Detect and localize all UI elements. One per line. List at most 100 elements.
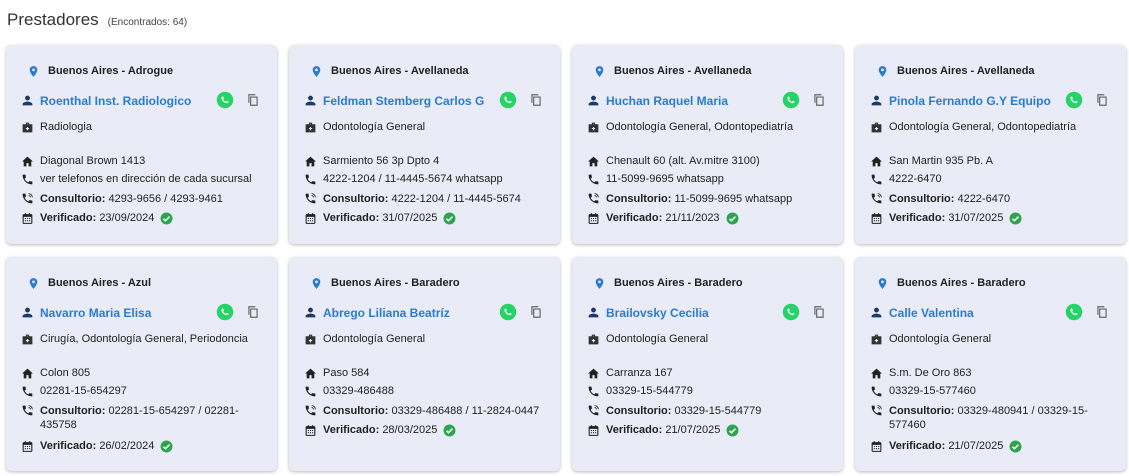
consultorio-value: 11-5099-9695 whatsapp	[674, 193, 793, 205]
copy-icon[interactable]	[529, 92, 543, 108]
specialty-text: Odontología General	[606, 333, 709, 345]
check-circle-icon	[160, 440, 173, 453]
location-pin-icon	[310, 277, 323, 290]
verified-label: Verificado:	[606, 424, 663, 436]
verified-label: Verificado:	[323, 424, 380, 436]
address-row: Chenault 60 (alt. Av.mitre 3100)	[587, 155, 760, 168]
whatsapp-icon[interactable]	[499, 303, 517, 321]
provider-name-row: Huchan Raquel Maria	[587, 94, 728, 108]
verified-date: 21/07/2025	[665, 424, 721, 436]
copy-icon[interactable]	[1095, 304, 1109, 320]
specialty-row: Odontología General, Odontopediatría	[587, 121, 793, 134]
medical-kit-icon	[21, 121, 34, 134]
phone-text: 03329-15-577460	[889, 385, 976, 397]
location-row: Buenos Aires - Avellaneda	[587, 65, 752, 78]
provider-name-row: Feldman Stemberg Carlos G	[304, 94, 484, 108]
location-row: Buenos Aires - Adrogue	[21, 65, 173, 78]
calendar-icon	[304, 212, 317, 225]
specialty-row: Cirugía, Odontología General, Periodonci…	[21, 333, 248, 346]
phone-icon	[587, 173, 600, 186]
phone-icon	[870, 385, 883, 398]
provider-card: Buenos Aires - Avellaneda Feldman Stembe…	[289, 45, 560, 244]
consultorio-value: 4293-9656 / 4293-9461	[108, 193, 223, 205]
verified-row: Verificado: 21/07/2025	[587, 424, 739, 437]
verified-label: Verificado:	[323, 212, 380, 224]
verified-date: 26/02/2024	[99, 440, 155, 452]
provider-card: Buenos Aires - Avellaneda Pinola Fernand…	[855, 45, 1126, 244]
consultorio-value: 4222-6470	[957, 193, 1011, 205]
specialty-text: Odontología General, Odontopediatría	[606, 121, 794, 133]
home-icon	[870, 367, 883, 380]
calendar-icon	[304, 424, 317, 437]
whatsapp-icon[interactable]	[1065, 91, 1083, 109]
consultorio-label: Consultorio:	[606, 193, 672, 205]
check-circle-icon	[726, 212, 739, 225]
whatsapp-icon[interactable]	[216, 303, 234, 321]
provider-name-link[interactable]: Pinola Fernando G.Y Equipo	[889, 94, 1051, 108]
page-title: Prestadores	[7, 10, 99, 29]
medical-kit-icon	[304, 121, 317, 134]
check-circle-icon	[443, 424, 456, 437]
calendar-icon	[870, 212, 883, 225]
verified-text: Verificado: 23/09/2024	[40, 212, 154, 224]
provider-card: Buenos Aires - Baradero Calle Valentina …	[855, 257, 1126, 471]
address-row: Colon 805	[21, 367, 90, 380]
verified-row: Verificado: 21/11/2023	[587, 212, 739, 225]
phone-row: 03329-486488	[304, 385, 394, 398]
check-circle-icon	[726, 424, 739, 437]
calendar-icon	[21, 440, 34, 453]
address-text: Chenault 60 (alt. Av.mitre 3100)	[606, 155, 760, 167]
copy-icon[interactable]	[246, 92, 260, 108]
person-icon	[21, 306, 34, 319]
provider-name-link[interactable]: Navarro Maria Elisa	[40, 306, 151, 320]
provider-name-link[interactable]: Roenthal Inst. Radiologico	[40, 94, 191, 108]
specialty-text: Odontología General	[323, 121, 426, 133]
consultorio-row: Consultorio: 03329-15-544779	[587, 404, 827, 418]
phone-icon	[587, 385, 600, 398]
whatsapp-icon[interactable]	[499, 91, 517, 109]
provider-name-link[interactable]: Huchan Raquel Maria	[606, 94, 728, 108]
consultorio-text: Consultorio: 4222-1204 / 11-4445-5674	[323, 192, 521, 206]
location-text: Buenos Aires - Avellaneda	[614, 65, 752, 77]
verified-row: Verificado: 23/09/2024	[21, 212, 173, 225]
provider-name-link[interactable]: Brailovsky Cecilia	[606, 306, 709, 320]
whatsapp-icon[interactable]	[216, 91, 234, 109]
phone-icon	[870, 173, 883, 186]
whatsapp-icon[interactable]	[1065, 303, 1083, 321]
person-icon	[21, 94, 34, 107]
verified-text: Verificado: 31/07/2025	[323, 212, 437, 224]
verified-text: Verificado: 21/07/2025	[606, 424, 720, 436]
verified-label: Verificado:	[606, 212, 663, 224]
phone-text: 4222-1204 / 11-4445-5674 whatsapp	[323, 173, 503, 185]
consultorio-text: Consultorio: 03329-15-544779	[606, 404, 761, 418]
phone-text: 02281-15-654297	[40, 385, 127, 397]
provider-name-link[interactable]: Abrego Liliana Beatríz	[323, 306, 450, 320]
copy-icon[interactable]	[812, 304, 826, 320]
copy-icon[interactable]	[246, 304, 260, 320]
phone-row: 11-5099-9695 whatsapp	[587, 173, 724, 186]
verified-date: 21/11/2023	[665, 212, 720, 224]
provider-name-link[interactable]: Calle Valentina	[889, 306, 974, 320]
copy-icon[interactable]	[1095, 92, 1109, 108]
address-row: Sarmiento 56 3p Dpto 4	[304, 155, 439, 168]
calendar-icon	[21, 212, 34, 225]
verified-text: Verificado: 31/07/2025	[889, 212, 1003, 224]
whatsapp-icon[interactable]	[782, 303, 800, 321]
location-row: Buenos Aires - Baradero	[587, 277, 743, 290]
copy-icon[interactable]	[529, 304, 543, 320]
location-pin-icon	[310, 65, 323, 78]
consultorio-row: Consultorio: 4222-6470	[870, 192, 1110, 206]
consultorio-label: Consultorio:	[323, 405, 389, 417]
provider-name-link[interactable]: Feldman Stemberg Carlos G	[323, 94, 484, 108]
phone-in-talk-icon	[587, 404, 600, 417]
specialty-row: Odontología General	[587, 333, 708, 346]
whatsapp-icon[interactable]	[782, 91, 800, 109]
consultorio-value: 4222-1204 / 11-4445-5674	[391, 193, 521, 205]
home-icon	[587, 367, 600, 380]
results-count: (Encontrados: 64)	[107, 17, 188, 28]
copy-icon[interactable]	[812, 92, 826, 108]
specialty-row: Odontología General	[304, 121, 425, 134]
specialty-text: Radiologia	[40, 121, 92, 133]
provider-card: Buenos Aires - Azul Navarro Maria Elisa …	[6, 257, 277, 471]
consultorio-label: Consultorio:	[889, 193, 955, 205]
